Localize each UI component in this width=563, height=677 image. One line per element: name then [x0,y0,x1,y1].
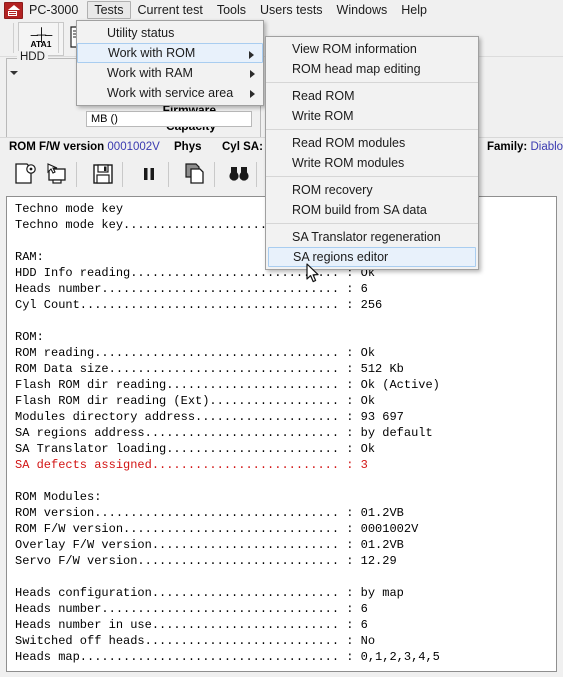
rom-fw-label: ROM F/W version [9,141,105,153]
cyl-sa-label: Cyl SA: [222,141,263,153]
console-line: Flash ROM dir reading...................… [15,378,440,392]
menu-windows[interactable]: Windows [330,1,395,19]
toolbar2-separator [76,162,77,187]
submenu-arrow-icon [250,90,255,98]
console-line: Heads configuration.....................… [15,586,404,600]
tests-dropdown-menu: Utility status Work with ROM Work with RAM… [76,20,264,106]
toolbar2-separator [214,162,215,187]
menu-separator [266,223,478,224]
menu-item-rom-build-from-sa-data[interactable]: ROM build from SA data [266,200,478,220]
console-line: Overlay F/W version.....................… [15,538,404,552]
console-line: Heads number............................… [15,602,368,616]
console-line: SA defects assigned.....................… [15,458,368,472]
console-line: ROM reading.............................… [15,346,376,360]
app-logo-icon [4,1,23,19]
console-line: ROM F/W version.........................… [15,522,419,536]
menu-tools[interactable]: Tools [210,1,253,19]
phys-label: Phys [174,141,202,153]
work-with-rom-submenu: View ROM information ROM head map editing… [265,36,479,270]
console-line: ROM: [15,330,44,344]
menu-item-read-rom[interactable]: Read ROM [266,86,478,106]
console-line: ROM version.............................… [15,506,404,520]
menu-separator [266,176,478,177]
toolbar-separator [58,23,59,53]
menu-bar: PC-3000 Tests Current test Tools Users t… [0,0,563,21]
console-line: Heads number in use.....................… [15,618,368,632]
console-line: Cyl Count...............................… [15,298,383,312]
menu-item-utility-status[interactable]: Utility status [77,23,263,43]
toolbar-separator [13,23,14,53]
console-line: Flash ROM dir reading (Ext).............… [15,394,376,408]
save-button[interactable] [88,160,118,188]
app-title: PC-3000 [29,3,79,17]
family-label: Family: [487,141,528,153]
menu-item-work-with-rom[interactable]: Work with ROM [77,43,263,63]
family-value: Diablo3 [530,141,563,153]
menu-item-rom-recovery[interactable]: ROM recovery [266,180,478,200]
console-line: SA Translator loading...................… [15,442,376,456]
menu-help[interactable]: Help [394,1,434,19]
submenu-arrow-icon [250,70,255,78]
console-line: ROM Data size...........................… [15,362,404,376]
copy-icon [184,163,206,185]
menu-item-label: Utility status [107,26,175,40]
logo-base-shape [8,10,17,16]
screen-test-icon [45,162,69,186]
menu-separator [266,82,478,83]
status-rom-fw: ROM F/W version 0001002V [9,138,160,157]
menu-current-test[interactable]: Current test [131,1,210,19]
hdd-panel-legend: HDD [17,51,48,63]
console-line: Switched off heads......................… [15,634,376,648]
menu-item-sa-regions-editor[interactable]: SA regions editor [268,247,476,267]
menu-item-work-with-ram[interactable]: Work with RAM [77,63,263,83]
toolbar2-separator [256,162,257,187]
menu-item-read-rom-modules[interactable]: Read ROM modules [266,133,478,153]
status-phys: Phys [174,138,202,157]
rom-fw-value: 0001002V [107,141,160,153]
ata1-button-label: ATA1 [30,39,52,49]
console-line: ROM Modules: [15,490,102,504]
screen-test-button[interactable] [42,160,72,188]
hdd-capacity-value: MB () [86,111,252,127]
pause-icon [142,165,156,183]
menu-item-write-rom-modules[interactable]: Write ROM modules [266,153,478,173]
status-family: Family: Diablo3 [487,138,563,157]
menu-item-label: Work with ROM [108,46,196,60]
menu-item-label: Work with RAM [107,66,193,80]
copy-button[interactable] [180,160,210,188]
logo-roof-shape [7,4,20,10]
pause-button[interactable] [134,160,164,188]
toolbar2-separator [168,162,169,187]
save-icon [92,163,114,185]
submenu-arrow-icon [249,51,254,59]
menu-item-work-with-service-area[interactable]: Work with service area [77,83,263,103]
find-button[interactable] [224,160,254,188]
new-task-icon [14,162,36,186]
menu-separator [266,129,478,130]
menu-item-write-rom[interactable]: Write ROM [266,106,478,126]
console-line: Servo F/W version.......................… [15,554,397,568]
menu-item-label: Work with service area [107,86,234,100]
console-line: Heads number............................… [15,282,368,296]
console-line: Heads map...............................… [15,650,440,664]
find-icon [228,165,250,183]
menu-item-rom-head-map-editing[interactable]: ROM head map editing [266,59,478,79]
new-task-button[interactable] [10,160,40,188]
toolbar2-separator [122,162,123,187]
console-line: Modules directory address...............… [15,410,404,424]
menu-users-tests[interactable]: Users tests [253,1,330,19]
menu-item-sa-translator-regeneration[interactable]: SA Translator regeneration [266,227,478,247]
console-line: SA regions address......................… [15,426,433,440]
menu-tests[interactable]: Tests [87,1,131,19]
menu-item-view-rom-information[interactable]: View ROM information [266,39,478,59]
